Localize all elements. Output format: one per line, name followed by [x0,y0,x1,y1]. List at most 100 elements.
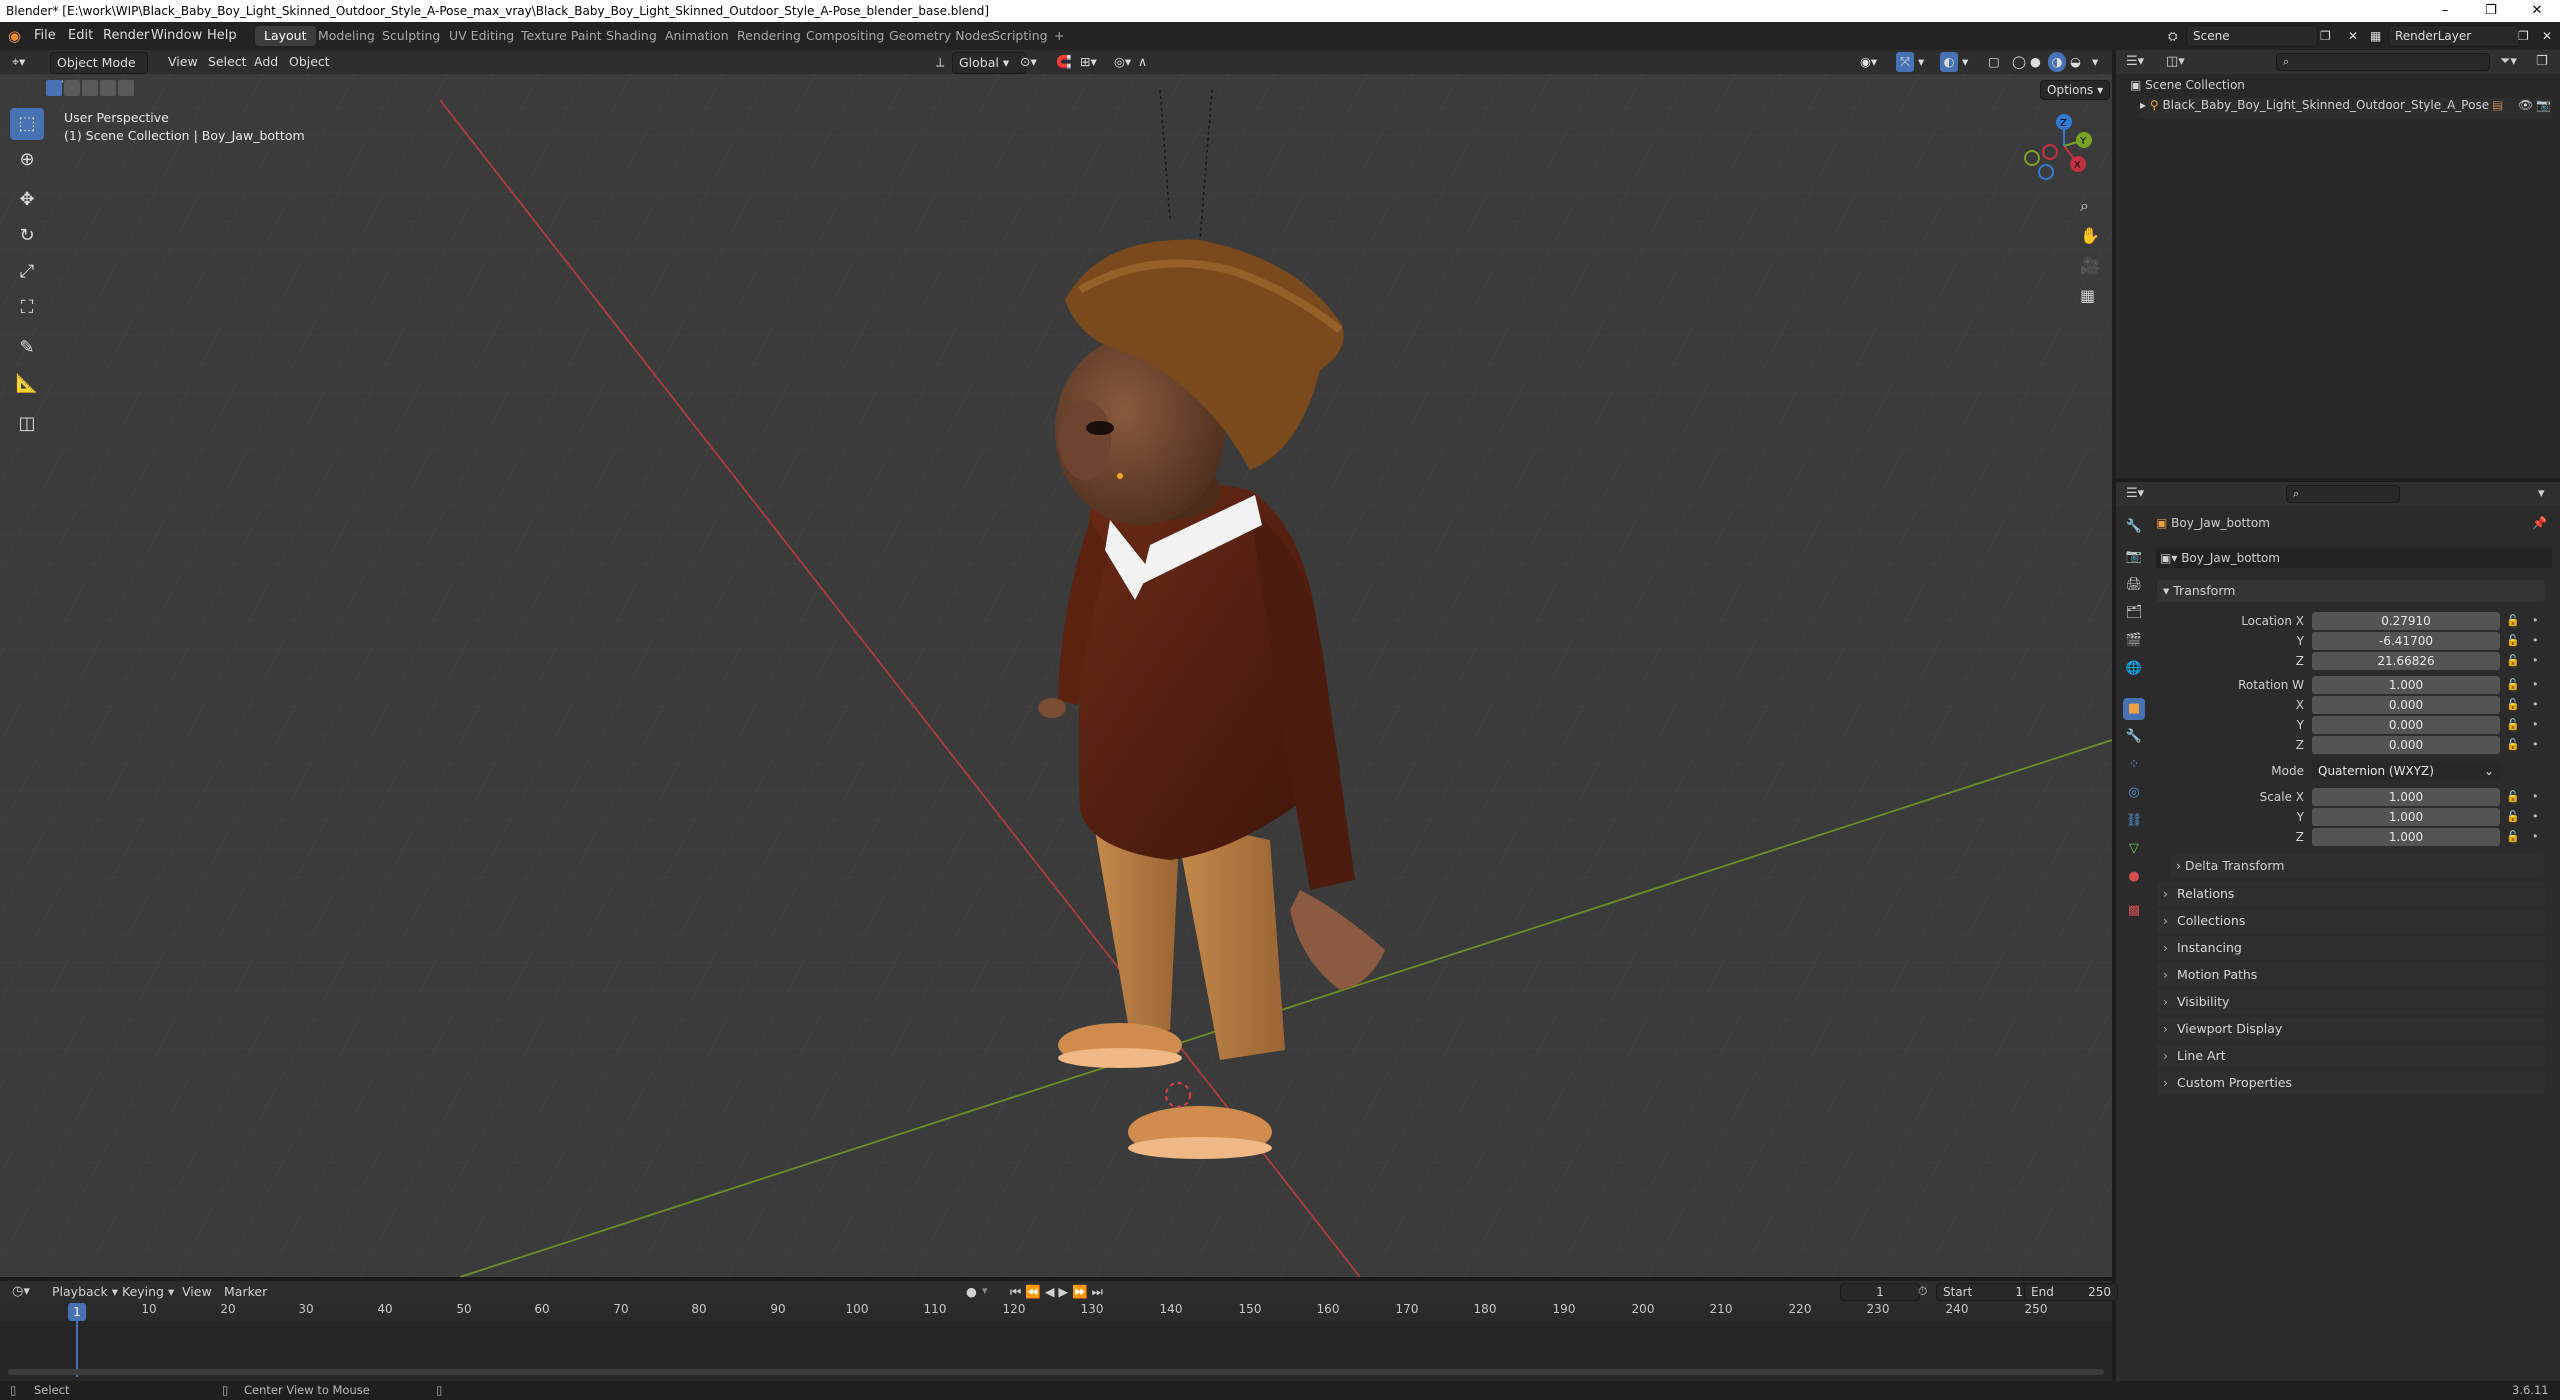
keyframe-dot-icon[interactable]: • [2532,790,2539,803]
shading-dropdown-icon[interactable]: ▾ [2092,52,2098,72]
view-layer-icon[interactable]: 🗂 [2123,602,2145,624]
scene-collection-row[interactable]: ▣ Scene Collection [2130,78,2245,92]
object-name-field[interactable]: ▣▾ Boy_Jaw_bottom [2156,548,2552,568]
transform-orientation-dropdown[interactable]: Global ▾ [952,52,1026,74]
minimize-button[interactable]: – [2422,0,2468,22]
visibility-eye-icon[interactable]: 👁 [2518,98,2533,112]
pan-hand-icon[interactable]: ✋ [2080,226,2100,245]
timeline-menu-keying[interactable]: Keying ▾ [122,1284,174,1299]
start-frame-field[interactable]: Start 1 [1936,1283,2030,1301]
tab-compositing[interactable]: Compositing [797,26,893,46]
snap-icon[interactable]: 🧲 [1056,52,1072,72]
viewport-menu-object[interactable]: Object [289,52,330,72]
stopwatch-icon[interactable]: ⏱ [1918,1284,1927,1299]
overlay-dropdown-icon[interactable]: ▾ [1962,52,1968,72]
grid-view-icon[interactable]: ▦ [2080,286,2095,305]
lock-icon[interactable]: 🔓 [2506,654,2520,667]
overlay-toggle-icon[interactable]: ◐ [1940,52,1958,72]
tab-texture-paint[interactable]: Texture Paint [512,26,611,46]
properties-options-icon[interactable]: ▾ [2538,486,2545,501]
material-properties-icon[interactable]: ● [2123,866,2145,888]
visibility-icon[interactable]: ◉▾ [1860,52,1877,72]
snap-target-icon[interactable]: ⊞▾ [1080,52,1097,72]
pin-icon[interactable]: 📌 [2532,512,2547,534]
select-invert-icon[interactable] [100,80,116,96]
select-subtract-icon[interactable] [82,80,98,96]
modifier-properties-icon[interactable]: 🔧 [2123,726,2145,748]
expand-arrow-icon[interactable]: ▸ [2140,98,2150,112]
rotation-mode-dropdown[interactable]: Quaternion (WXYZ) ⌄ [2312,762,2500,780]
rotate-tool-icon[interactable]: ↻ [10,220,44,252]
constraints-icon[interactable]: ⛓ [2123,810,2145,832]
select-box-tool-icon[interactable]: ⬚ [10,108,44,140]
menu-help[interactable]: Help [207,22,237,50]
tab-sculpting[interactable]: Sculpting [373,26,449,46]
particles-icon[interactable]: ⁘ [2123,754,2145,776]
section-viewport-display[interactable]: › Viewport Display [2157,1017,2545,1041]
tab-animation[interactable]: Animation [656,26,738,46]
rotation-x-field[interactable]: 0.000 [2312,696,2500,714]
properties-editor-icon[interactable]: ☰▾ [2126,486,2144,501]
camera-view-icon[interactable]: 🎥 [2080,256,2100,275]
falloff-icon[interactable]: ∧ [1138,52,1147,72]
cursor-tool-icon[interactable]: ⊕ [10,144,44,176]
navigation-gizmo[interactable]: X Y Z [2020,108,2100,188]
timeline-menu-playback[interactable]: Playback ▾ [52,1284,118,1299]
display-mode-icon[interactable]: ◫▾ [2166,54,2185,69]
output-properties-icon[interactable]: 🖨 [2123,574,2145,596]
viewport-menu-select[interactable]: Select [208,52,247,72]
section-custom-properties[interactable]: › Custom Properties [2157,1071,2545,1095]
transform-tool-icon[interactable]: ⛶ [10,292,44,324]
new-collection-icon[interactable]: ❐ [2536,54,2548,69]
tab-layout[interactable]: Layout [255,26,316,46]
close-button[interactable]: ✕ [2514,0,2560,22]
timeline-menu-view[interactable]: View [182,1284,212,1299]
editor-type-icon[interactable]: ⌖▾ [12,52,25,72]
properties-search-input[interactable]: ⌕ [2286,485,2400,503]
keyframe-dot-icon[interactable]: • [2532,654,2539,667]
shading-wireframe-icon[interactable]: ◯ [2012,52,2026,72]
outliner-search-input[interactable]: ⌕ [2276,53,2490,71]
location-z-field[interactable]: 21.66826 [2312,652,2500,670]
keyframe-dot-icon[interactable]: • [2532,718,2539,731]
menu-render[interactable]: Render [103,22,149,50]
scene-selector[interactable]: Scene [2186,25,2318,47]
keyframe-dot-icon[interactable]: • [2532,634,2539,647]
viewport-menu-view[interactable]: View [168,52,198,72]
rotation-y-field[interactable]: 0.000 [2312,716,2500,734]
record-icon[interactable]: ● [966,1284,977,1299]
keyframe-dot-icon[interactable]: • [2532,738,2539,751]
lock-icon[interactable]: 🔓 [2506,614,2520,627]
timeline-menu-marker[interactable]: Marker [224,1284,267,1299]
outliner-editor-icon[interactable]: ☰▾ [2126,54,2144,69]
timeline-editor-icon[interactable]: ◷▾ [12,1284,30,1299]
keyframe-dot-icon[interactable]: • [2532,698,2539,711]
shading-rendered-icon[interactable]: ◒ [2070,52,2081,72]
blender-logo-icon[interactable]: ◉ [8,22,21,50]
location-x-field[interactable]: 0.27910 [2312,612,2500,630]
annotate-tool-icon[interactable]: ✎ [10,332,44,364]
3d-viewport[interactable] [0,50,2112,1277]
tool-properties-icon[interactable]: 🔧 [2123,516,2145,538]
scale-x-field[interactable]: 1.000 [2312,788,2500,806]
location-y-field[interactable]: -6.41700 [2312,632,2500,650]
section-line-art[interactable]: › Line Art [2157,1044,2545,1068]
keyframe-dot-icon[interactable]: • [2532,614,2539,627]
pivot-icon[interactable]: ⊙▾ [1020,52,1037,72]
add-cube-tool-icon[interactable]: ◫ [10,408,44,440]
lock-icon[interactable]: 🔓 [2506,678,2520,691]
keyframe-dot-icon[interactable]: • [2532,678,2539,691]
render-properties-icon[interactable]: 📷 [2123,546,2145,568]
move-tool-icon[interactable]: ✥ [10,184,44,216]
playback-controls[interactable]: ⏮⏪◀▶⏩⏭ [1010,1284,1107,1300]
physics-icon[interactable]: ◎ [2123,782,2145,804]
xray-icon[interactable]: ▢ [1988,52,2000,72]
outliner-item[interactable]: ▸ ⚲ Black_Baby_Boy_Light_Skinned_Outdoor… [2140,98,2552,118]
record-options-icon[interactable]: ▾ [982,1284,988,1297]
select-extend-icon[interactable] [64,80,80,96]
tab-uv-editing[interactable]: UV Editing [440,26,523,46]
menu-file[interactable]: File [34,22,56,50]
object-properties-icon[interactable]: ■ [2123,698,2145,720]
scale-y-field[interactable]: 1.000 [2312,808,2500,826]
delta-transform-subpanel[interactable]: › Delta Transform [2170,855,2544,877]
